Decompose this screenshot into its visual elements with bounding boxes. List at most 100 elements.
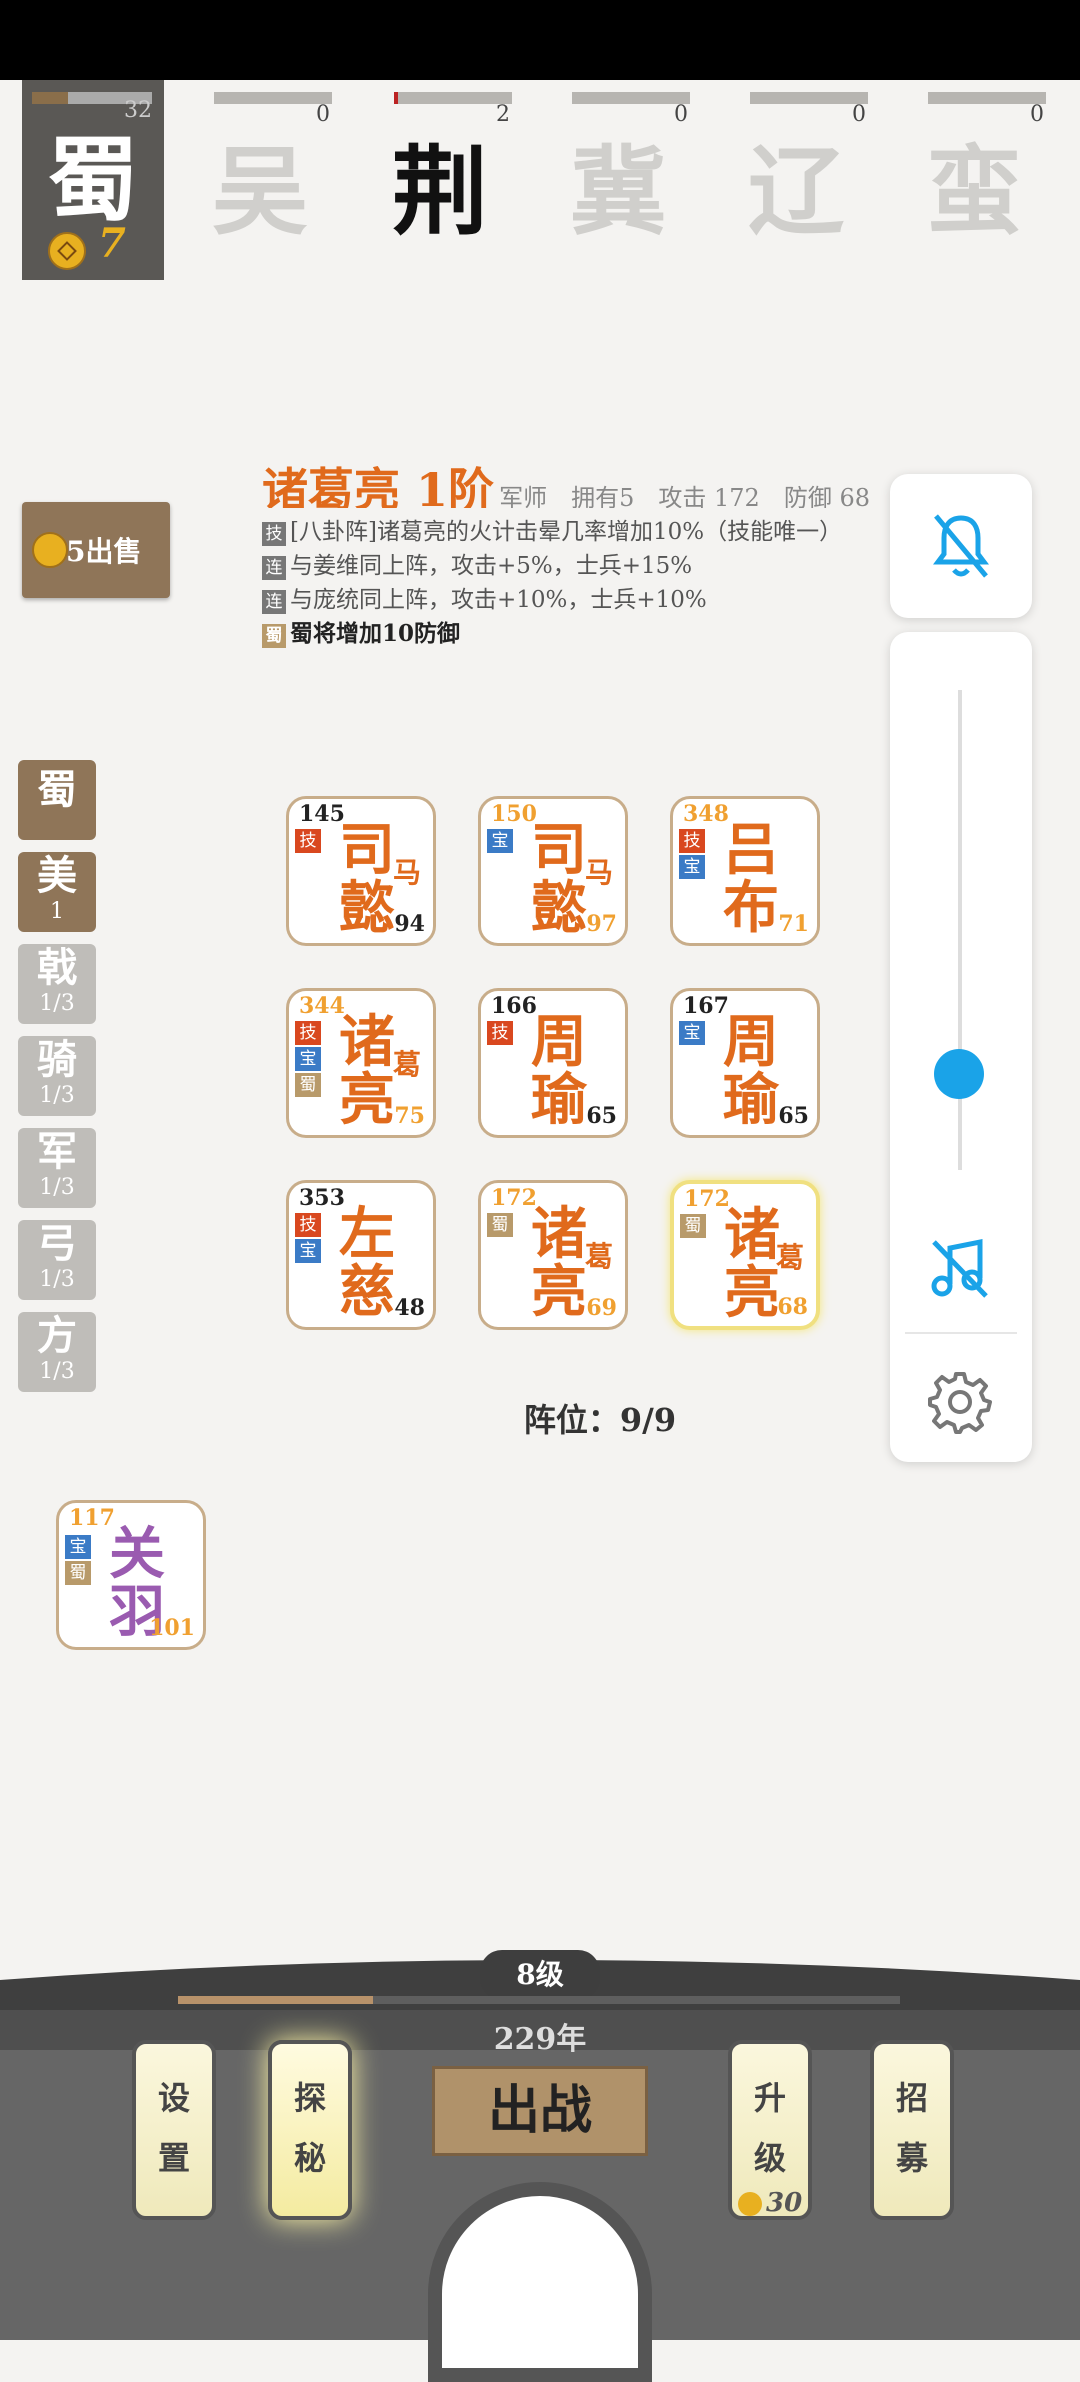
coin-icon [48, 232, 86, 270]
hero-name-char: 左 [339, 1201, 395, 1267]
settings-lantern-button[interactable]: 设置 [132, 2040, 216, 2220]
hero-power: 65 [586, 1103, 617, 1129]
hero-name-char: 亮 [339, 1067, 395, 1133]
hero-name-char: 司 [339, 817, 395, 883]
level-progress [178, 1996, 900, 2004]
filter-label: 戟 [37, 944, 77, 991]
filter-count: 1/3 [39, 1175, 75, 1200]
year-label: 229年 [493, 2022, 587, 2057]
hero-badge: 蜀 [487, 1213, 513, 1237]
hero-card[interactable]: 353 技宝左慈 48 [286, 1180, 436, 1330]
hero-name-char: 周 [723, 1009, 779, 1075]
hero-power: 101 [149, 1615, 195, 1641]
hero-name-char: 懿 [339, 875, 395, 941]
skill-tag: 技 [262, 522, 286, 546]
lantern-label: 升级 [753, 2079, 786, 2177]
upgrade-lantern-button[interactable]: 升级 30 [728, 2040, 812, 2220]
status-bar [0, 0, 1080, 80]
battle-button[interactable]: 出战 [432, 2066, 648, 2156]
link-tag: 连 [262, 590, 286, 614]
hero-name-char: 司 [531, 817, 587, 883]
faction-name: 蜀 [46, 126, 139, 234]
faction-name: 吴 [212, 135, 308, 248]
hero-power: 48 [394, 1295, 425, 1321]
hero-badge: 技 [295, 1021, 321, 1045]
filter-qi[interactable]: 骑 1/3 [18, 1036, 96, 1116]
player-level: 8级 [480, 1950, 600, 2000]
lantern-label: 招募 [895, 2079, 928, 2177]
filter-mei[interactable]: 美1 [18, 852, 96, 932]
hero-card[interactable]: 348 技宝吕布 71 [670, 796, 820, 946]
mute-notification-button[interactable] [890, 474, 1032, 618]
hero-badge: 蜀 [295, 1073, 321, 1097]
hero-name-char: 慈 [339, 1259, 395, 1325]
filter-ji[interactable]: 戟 1/3 [18, 944, 96, 1024]
faction-name: 辽 [748, 135, 844, 248]
faction-text: 蜀将增加10防御 [290, 620, 461, 647]
hero-name-char: 亮 [724, 1260, 780, 1326]
treasure-badge: 宝 [65, 1535, 91, 1559]
lantern-label: 设置 [157, 2079, 190, 2177]
hero-name-char: 亮 [531, 1259, 587, 1325]
hero-card[interactable]: 172 蜀诸亮葛 69 [478, 1180, 628, 1330]
upgrade-cost: 30 [738, 2188, 802, 2218]
faction-tab-ji[interactable]: 0 冀 [548, 84, 690, 280]
filter-count: 1/3 [39, 1083, 75, 1108]
gear-icon[interactable] [928, 1370, 992, 1434]
filter-gong[interactable]: 弓 1/3 [18, 1220, 96, 1300]
sell-button[interactable]: 5出售 [22, 502, 170, 598]
filter-label: 骑 [37, 1036, 77, 1083]
formation-count: 阵位：9/9 [523, 1401, 677, 1439]
filter-fang[interactable]: 方 1/3 [18, 1312, 96, 1392]
hero-name-char: 诸 [724, 1202, 780, 1268]
hero-name-char: 懿 [531, 875, 587, 941]
faction-tab-wu[interactable]: 0 吴 [190, 84, 332, 280]
music-off-icon[interactable] [928, 1236, 992, 1300]
explore-lantern-button[interactable]: 探秘 [268, 2040, 352, 2220]
faction-progress [750, 92, 868, 104]
filter-label: 弓 [37, 1220, 77, 1267]
recruit-lantern-button[interactable]: 招募 [870, 2040, 954, 2220]
hero-name-char: 周 [531, 1009, 587, 1075]
filter-label: 美 [37, 852, 77, 899]
volume-slider-knob[interactable] [934, 1049, 984, 1099]
faction-progress [928, 92, 1046, 104]
hero-card[interactable]: 150 宝司懿马 97 [478, 796, 628, 946]
skill-text: [八卦阵]诸葛亮的火计击晕几率增加10%（技能唯一） [290, 519, 843, 545]
hero-name-char: 葛 [392, 1048, 421, 1081]
hero-name-char: 瑜 [723, 1067, 779, 1133]
filter-count: 1/3 [39, 1359, 75, 1384]
faction-tab-shu[interactable]: 32 蜀 7 [22, 80, 164, 280]
hero-card[interactable]: 145 技司懿马 94 [286, 796, 436, 946]
filter-shu[interactable]: 蜀 [18, 760, 96, 840]
filter-label: 蜀 [37, 766, 77, 813]
hero-card[interactable]: 166 技周瑜 65 [478, 988, 628, 1138]
hero-power: 75 [394, 1103, 425, 1129]
faction-tab-jing[interactable]: 2 荆 [370, 84, 512, 280]
reserve-hero-card[interactable]: 117 宝 蜀 关 羽 101 [56, 1500, 206, 1650]
hero-card[interactable]: 172 蜀诸亮葛 68 [670, 1180, 820, 1330]
bell-off-icon [933, 514, 989, 578]
faction-name: 冀 [570, 135, 666, 248]
hero-card[interactable]: 344 技宝蜀诸亮葛 75 [286, 988, 436, 1138]
faction-tab-liao[interactable]: 0 辽 [726, 84, 868, 280]
hero-name-char: 诸 [339, 1009, 395, 1075]
faction-tab-man[interactable]: 0 蛮 [904, 84, 1046, 280]
filter-jun[interactable]: 军 1/3 [18, 1128, 96, 1208]
filter-label: 军 [37, 1128, 77, 1175]
hero-name-char: 葛 [775, 1241, 804, 1274]
sell-label: 5出售 [66, 535, 142, 568]
filter-count: 1 [50, 899, 64, 924]
hero-badge: 宝 [679, 855, 705, 879]
hero-name: 诸葛亮 1阶 [262, 463, 495, 508]
hero-power: 71 [778, 911, 809, 937]
hero-name-char: 吕 [723, 817, 779, 883]
hero-name-char: 瑜 [531, 1067, 587, 1133]
faction-progress [572, 92, 690, 104]
hero-stats: 军师 拥有5 攻击 172 防御 68 [499, 484, 870, 508]
faction-progress [214, 92, 332, 104]
faction-badge: 蜀 [65, 1561, 91, 1585]
hero-card[interactable]: 167 宝周瑜 65 [670, 988, 820, 1138]
hero-power: 65 [778, 1103, 809, 1129]
hero-badge: 宝 [487, 829, 513, 853]
